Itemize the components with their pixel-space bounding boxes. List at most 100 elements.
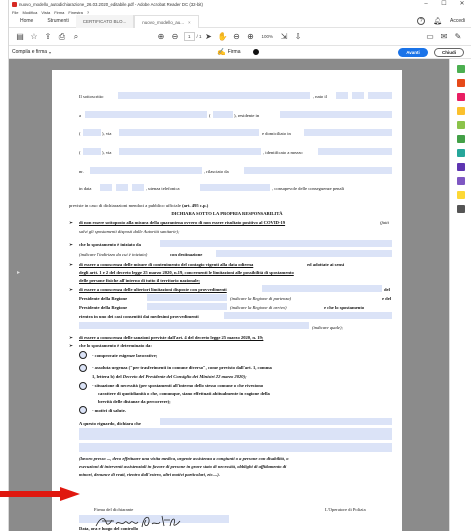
field-nato-mese[interactable] — [352, 92, 364, 99]
radio-salute[interactable] — [79, 406, 87, 414]
share-icon[interactable]: ⇪ — [41, 32, 55, 41]
field-residente[interactable] — [280, 111, 392, 118]
organize-pages-icon[interactable] — [457, 135, 465, 143]
field-data-giorno[interactable] — [100, 184, 112, 191]
zoom-out-icon[interactable]: ⊖ — [230, 32, 244, 41]
field-telefono[interactable] — [200, 184, 270, 191]
edit-pdf-icon[interactable] — [457, 93, 465, 101]
text-ulteriori: di essere a conoscenza delle ulteriori l… — [79, 287, 227, 292]
handwritten-signature — [95, 515, 181, 528]
field-regione-partenza[interactable] — [147, 294, 227, 301]
maximize-button[interactable]: ☐ — [435, 0, 453, 9]
field-via-residenza[interactable] — [119, 129, 259, 136]
field-dichiara-che[interactable] — [160, 418, 392, 425]
more-tools-icon[interactable] — [457, 205, 465, 213]
help-icon[interactable]: ? — [417, 17, 426, 25]
text-artt: degli artt. 1 e 2 del decreto legge 25 m… — [79, 270, 294, 275]
radio-lavoro[interactable] — [79, 351, 87, 359]
field-prov-nascita[interactable] — [213, 111, 233, 118]
close-tab-button[interactable]: × — [188, 20, 191, 25]
field-luogo-nascita[interactable] — [85, 111, 207, 118]
create-pdf-icon[interactable]: ▤ — [13, 32, 27, 41]
field-data-anno[interactable] — [132, 184, 144, 191]
field-sottoscritto[interactable] — [118, 92, 310, 99]
fit-page-icon[interactable]: ⇲ — [277, 32, 291, 41]
minimize-button[interactable]: – — [417, 0, 435, 9]
tab-document-certificato[interactable]: CERTIFICATO BLO... — [75, 14, 135, 28]
bullet-5: ➢ — [69, 335, 73, 340]
signin-link[interactable]: Accedi — [450, 18, 465, 24]
next-page-icon[interactable]: ⊖ — [168, 32, 182, 41]
label-a: a — [79, 113, 82, 118]
label-in-data: in data — [79, 186, 92, 191]
page-number-input[interactable]: 1 — [184, 32, 195, 41]
select-arrow-icon[interactable]: ➤ — [202, 32, 216, 41]
zoom-in-icon[interactable]: ⊕ — [244, 32, 258, 41]
fill-sign-label: Compila e firma — [12, 49, 48, 55]
bullet-3: ➢ — [69, 262, 73, 267]
label-via-2: ), via — [102, 150, 112, 155]
tab-doc2-label: nuovo_modello_au... — [142, 19, 185, 25]
field-partenza[interactable] — [160, 240, 392, 247]
previous-page-icon[interactable]: ⊕ — [154, 32, 168, 41]
chiudi-button[interactable]: Chiudi — [434, 48, 464, 57]
field-provvedimenti[interactable] — [262, 285, 382, 292]
text-indicare-indirizzo: (indicare l'indirizzo da cui è iniziato) — [79, 252, 148, 257]
fill-sign-icon[interactable] — [457, 177, 465, 185]
tab-document-nuovo-modello[interactable]: nuovo_modello_au... × — [134, 14, 199, 28]
tab-tools[interactable]: Strumenti — [40, 15, 75, 28]
firma-button[interactable]: Firma — [228, 49, 241, 55]
export-pdf-icon[interactable] — [457, 65, 465, 73]
bookmark-icon[interactable]: ☆ — [27, 32, 41, 41]
field-nato-giorno[interactable] — [336, 92, 348, 99]
field-domicilio[interactable] — [304, 129, 392, 136]
create-pdf-icon-2[interactable] — [457, 79, 465, 87]
pdf-page: Il sottoscritto , nato il a ( ), residen… — [52, 70, 402, 531]
field-via-domicilio[interactable] — [119, 148, 261, 155]
tab-home[interactable]: Home — [13, 15, 40, 28]
radio-necessita[interactable] — [79, 382, 87, 390]
close-window-button[interactable]: ✕ — [453, 0, 471, 9]
scan-icon[interactable] — [457, 149, 465, 157]
comment-tool-icon[interactable]: ⇩ — [291, 32, 305, 41]
notification-bell-icon[interactable]: 🔔︎ — [433, 17, 442, 25]
field-caso-consentito[interactable] — [224, 312, 392, 319]
field-prov-residenza[interactable] — [83, 129, 101, 136]
chevron-down-icon[interactable]: ▾ — [49, 50, 51, 55]
field-numero-documento[interactable] — [90, 167, 202, 174]
label-rilasciato: , rilasciato da — [204, 169, 229, 174]
main-toolbar: ▤ ☆ ⇪ ⎙ ⌕ ⊕ ⊖ 1 / 1 ➤ ✋ ⊖ ⊕ 100% ⇲ ⇩ ▭ ✉… — [9, 28, 471, 46]
field-documento[interactable] — [318, 148, 392, 155]
scroll-mode-icon[interactable]: ▭ — [423, 32, 437, 41]
text-esecuzioni: esecuzioni di interventi assistenziali i… — [79, 464, 287, 469]
search-icon[interactable]: ⌕ — [69, 32, 83, 42]
combine-files-icon[interactable] — [457, 121, 465, 129]
email-icon[interactable]: ✉ — [437, 32, 451, 41]
print-icon[interactable]: ⎙ — [55, 32, 69, 42]
text-spostamento-iniziato: che lo spostamento è iniziato da — [79, 242, 141, 247]
color-picker-dot[interactable] — [252, 49, 259, 55]
comment-icon[interactable] — [457, 107, 465, 115]
field-dichiara-che-2[interactable] — [79, 428, 392, 440]
text-fatti-salvi: salvi gli spostamenti disposti dalle Aut… — [79, 229, 180, 234]
field-prov-domicilio[interactable] — [83, 148, 101, 155]
field-data-mese[interactable] — [116, 184, 128, 191]
send-for-signature-icon[interactable] — [457, 191, 465, 199]
field-caso-consentito-2[interactable] — [79, 322, 309, 329]
field-rilasciato-da[interactable] — [244, 167, 392, 174]
option-necessita-3: brevità delle distanze da percorrere); — [98, 399, 171, 404]
sign-pen-icon[interactable]: ✎ — [451, 32, 465, 41]
zoom-level[interactable]: 100% — [262, 34, 274, 39]
radio-urgenza[interactable] — [79, 364, 87, 372]
field-nato-anno[interactable] — [368, 92, 392, 99]
label-identificato: , identificato a mezzo — [263, 150, 303, 155]
collapse-left-panel-icon[interactable]: ▸ — [17, 269, 20, 276]
option-lavoro: - comprovate esigenze lavorative; — [92, 353, 158, 358]
field-dichiara-che-3[interactable] — [79, 443, 392, 452]
hand-tool-icon[interactable]: ✋ — [216, 32, 230, 41]
avanti-button[interactable]: Avanti — [398, 48, 428, 57]
field-regione-arrivo[interactable] — [147, 303, 227, 310]
field-destinazione[interactable] — [216, 250, 392, 257]
protect-icon[interactable] — [457, 163, 465, 171]
label-utenza: , utenza telefonica — [146, 186, 180, 191]
